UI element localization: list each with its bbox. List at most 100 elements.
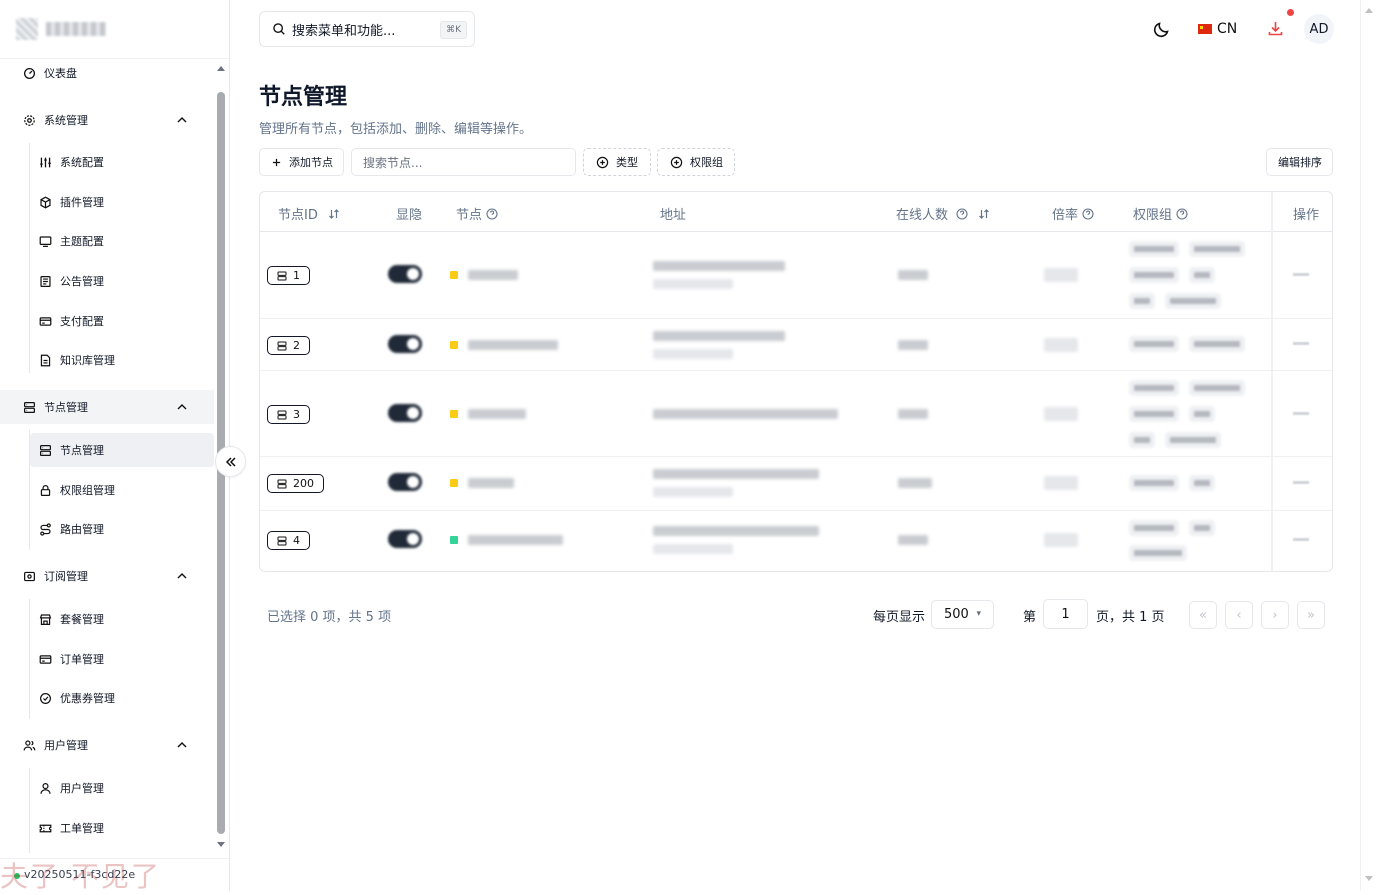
page-scroll-up[interactable] xyxy=(1365,8,1373,13)
visibility-toggle[interactable] xyxy=(388,335,422,353)
lock-icon xyxy=(38,483,52,497)
sort-icon xyxy=(979,208,989,219)
brand[interactable] xyxy=(16,14,106,44)
node-id: 4 xyxy=(293,534,300,547)
sidebar-item-plugins[interactable]: 插件管理 xyxy=(0,185,214,219)
sidebar-item-payment[interactable]: 支付配置 xyxy=(0,304,214,338)
sidebar-item-user-manage[interactable]: 用户管理 xyxy=(0,771,214,805)
edit-sort-button[interactable]: 编辑排序 xyxy=(1266,148,1333,176)
group-tag xyxy=(1189,336,1245,352)
sidebar-scroll-down[interactable] xyxy=(217,842,225,847)
help-circle-icon[interactable] xyxy=(486,207,498,220)
sidebar-item-coupons[interactable]: 优惠券管理 xyxy=(0,681,214,715)
visibility-toggle[interactable] xyxy=(388,404,422,422)
group-filter-button[interactable]: 权限组 xyxy=(657,148,735,176)
sidebar-item-tickets[interactable]: 工单管理 xyxy=(0,811,214,845)
chevron-up-icon xyxy=(177,742,187,748)
page-scroll-down[interactable] xyxy=(1365,876,1373,881)
address-redacted xyxy=(653,261,785,271)
node-id-badge: 4 xyxy=(267,531,310,550)
sidebar-group-subscription[interactable]: 订阅管理 xyxy=(0,559,214,593)
theme-toggle-button[interactable] xyxy=(1151,18,1173,40)
sort-icon xyxy=(328,208,339,219)
sidebar-item-dashboard[interactable]: 仪表盘 xyxy=(0,59,214,90)
sliders-icon xyxy=(38,155,52,169)
visibility-toggle[interactable] xyxy=(388,265,422,283)
next-page-button[interactable]: › xyxy=(1261,601,1289,629)
address-redacted xyxy=(653,409,838,419)
last-page-button[interactable]: » xyxy=(1297,601,1325,629)
avatar[interactable]: AD xyxy=(1304,14,1334,44)
sidebar-item-notice[interactable]: 公告管理 xyxy=(0,264,214,298)
per-page-select[interactable]: 500 ▾ xyxy=(931,600,994,629)
column-header-id[interactable]: 节点ID xyxy=(278,204,340,223)
help-circle-icon[interactable] xyxy=(1082,207,1094,220)
language-switcher[interactable]: CN xyxy=(1198,18,1237,40)
visibility-toggle[interactable] xyxy=(388,473,422,491)
table-row[interactable]: 3 xyxy=(260,371,1332,457)
sidebar-item-label: 用户管理 xyxy=(60,782,104,795)
global-search[interactable]: 搜索菜单和功能... ⌘K xyxy=(259,11,475,47)
node-search-input[interactable]: 搜索节点... xyxy=(351,148,576,176)
node-name-redacted xyxy=(468,270,518,280)
download-button[interactable] xyxy=(1264,17,1286,39)
gear-icon xyxy=(22,113,36,127)
sidebar-item-knowledge[interactable]: 知识库管理 xyxy=(0,343,214,377)
column-header-online[interactable]: 在线人数 xyxy=(896,204,990,223)
row-actions-menu[interactable] xyxy=(1293,412,1309,415)
help-circle-icon[interactable] xyxy=(1176,207,1188,220)
address-port-redacted xyxy=(653,487,733,497)
sidebar-item-system-config[interactable]: 系统配置 xyxy=(0,145,214,179)
table-row[interactable]: 4 xyxy=(260,511,1332,571)
type-filter-label: 类型 xyxy=(616,156,638,169)
sidebar-item-theme[interactable]: 主题配置 xyxy=(0,224,214,258)
group-tag xyxy=(1129,475,1179,491)
page-number-input[interactable]: 1 xyxy=(1043,599,1088,629)
sidebar-group-nodes[interactable]: 节点管理 xyxy=(0,390,214,424)
row-actions-menu[interactable] xyxy=(1293,538,1309,541)
table-row[interactable]: 1 xyxy=(260,233,1332,319)
node-name-redacted xyxy=(468,340,558,350)
first-page-button[interactable]: « xyxy=(1189,601,1217,629)
node-id: 1 xyxy=(293,269,300,282)
online-count-redacted xyxy=(898,270,928,280)
sidebar-item-plans[interactable]: 套餐管理 xyxy=(0,602,214,636)
row-actions-menu[interactable] xyxy=(1293,342,1309,345)
page-scrollbar[interactable] xyxy=(1360,0,1377,891)
sidebar-item-routes[interactable]: 路由管理 xyxy=(0,512,214,546)
server-icon xyxy=(277,536,287,545)
notification-dot xyxy=(1287,9,1294,16)
add-node-button[interactable]: 添加节点 xyxy=(259,148,344,176)
rate-redacted xyxy=(1044,268,1078,282)
online-count-redacted xyxy=(898,478,932,488)
sidebar-group-system[interactable]: 系统管理 xyxy=(0,103,214,137)
group-tag xyxy=(1189,267,1215,283)
column-header-label: 操作 xyxy=(1293,208,1320,223)
sidebar-item-orders[interactable]: 订单管理 xyxy=(0,642,214,676)
table-row[interactable]: 200 xyxy=(260,457,1332,511)
chevron-up-icon xyxy=(177,117,187,123)
rate-redacted xyxy=(1044,533,1078,547)
sidebar-item-node-manage[interactable]: 节点管理 xyxy=(30,433,214,467)
sidebar-item-label: 路由管理 xyxy=(60,523,104,536)
column-header-actions: 操作 xyxy=(1293,204,1319,223)
table-row[interactable]: 2 xyxy=(260,319,1332,371)
type-filter-button[interactable]: 类型 xyxy=(583,148,651,176)
visibility-toggle[interactable] xyxy=(388,530,422,548)
node-id-badge: 3 xyxy=(267,405,310,424)
sidebar-group-label: 订阅管理 xyxy=(44,570,88,583)
dashboard-icon xyxy=(22,66,36,80)
global-search-placeholder: 搜索菜单和功能... xyxy=(292,23,396,39)
row-actions-menu[interactable] xyxy=(1293,481,1309,484)
address-redacted xyxy=(653,331,785,341)
row-actions-menu[interactable] xyxy=(1293,273,1309,276)
collapse-sidebar-button[interactable] xyxy=(215,446,246,477)
sidebar-item-label: 插件管理 xyxy=(60,196,104,209)
sidebar-item-permission-groups[interactable]: 权限组管理 xyxy=(0,473,214,507)
address-port-redacted xyxy=(653,349,733,359)
sidebar-group-users[interactable]: 用户管理 xyxy=(0,728,214,762)
sidebar-scroll-up[interactable] xyxy=(217,66,225,71)
prev-page-button[interactable]: ‹ xyxy=(1225,601,1253,629)
help-circle-icon[interactable] xyxy=(956,207,968,220)
sidebar-item-label: 工单管理 xyxy=(60,822,104,835)
